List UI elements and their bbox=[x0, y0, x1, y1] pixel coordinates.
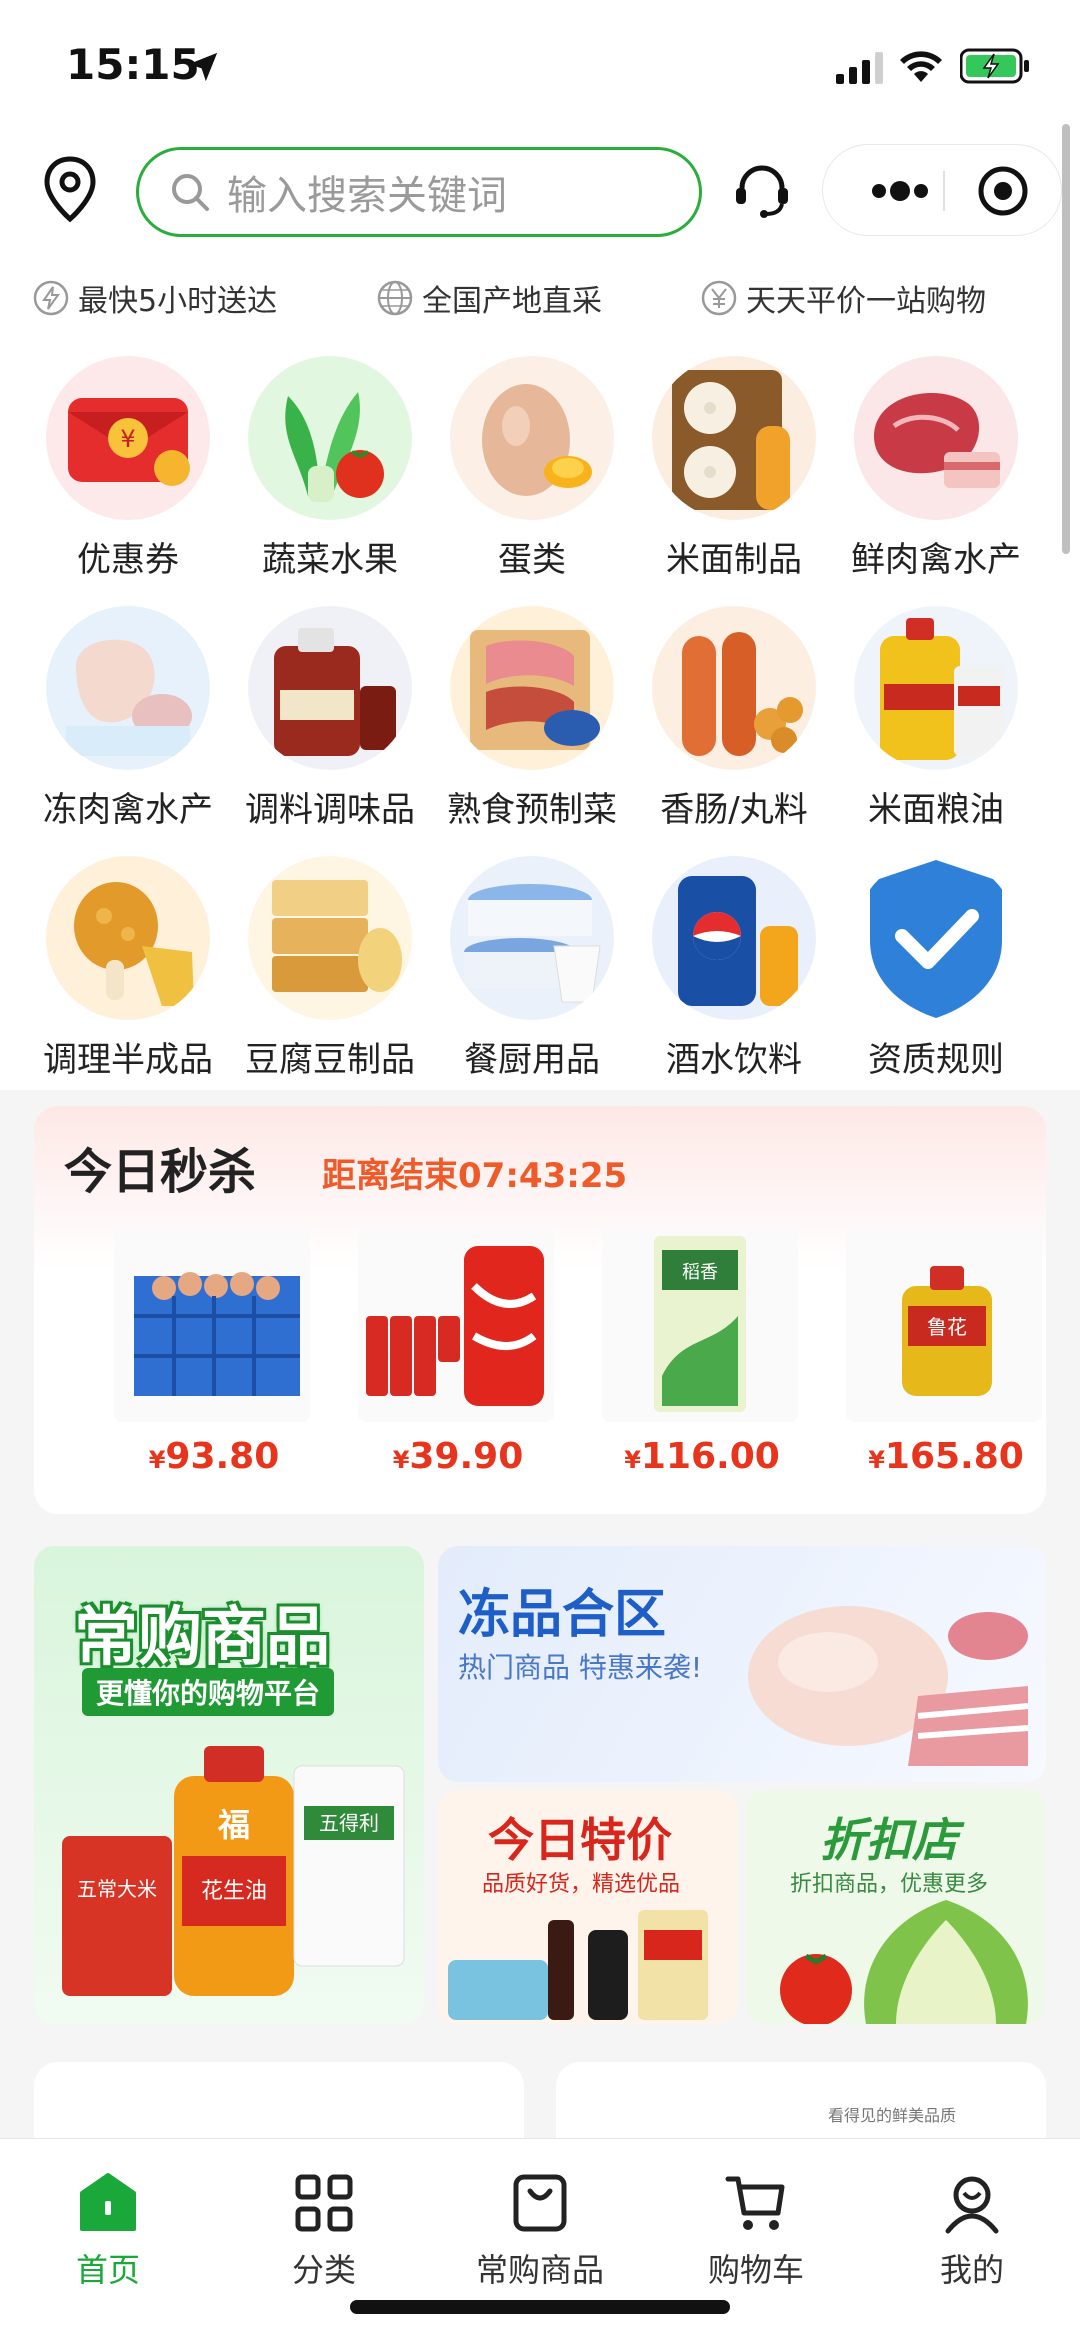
grocery-products-image: 五常大米 福 花生油 五得利 bbox=[62, 1746, 405, 1996]
category-grain-oil[interactable]: 米面粮油 bbox=[836, 606, 1036, 831]
feature-direct-sourcing: 全国产地直采 bbox=[376, 276, 602, 320]
tab-frequent-purchases[interactable]: 常购商品 bbox=[440, 2171, 640, 2291]
yen-icon bbox=[701, 280, 737, 316]
more-options-icon[interactable] bbox=[855, 145, 945, 237]
flash-product-price: ¥165.80 bbox=[868, 1436, 1024, 1477]
bag-icon bbox=[513, 2174, 567, 2232]
eggs-crate-image bbox=[114, 1226, 310, 1422]
flash-product-rice[interactable]: 稻香 ¥116.00 bbox=[602, 1226, 802, 1477]
tab-home[interactable]: 首页 bbox=[8, 2171, 208, 2291]
category-frozen-meat[interactable]: 冻肉禽水产 bbox=[28, 606, 228, 831]
svg-text:五得利: 五得利 bbox=[319, 1811, 379, 1835]
cart-icon bbox=[725, 2176, 785, 2230]
tab-cart[interactable]: 购物车 bbox=[656, 2171, 856, 2291]
svg-text:¥: ¥ bbox=[120, 425, 135, 453]
search-input[interactable]: 输入搜索关键词 bbox=[136, 147, 702, 237]
flash-product-oil[interactable]: 鲁花 ¥165.80 bbox=[846, 1226, 1046, 1477]
rice-bag-image: 稻香 bbox=[602, 1226, 798, 1422]
fried-chicken-icon bbox=[46, 856, 210, 1020]
scrollbar[interactable] bbox=[1062, 124, 1070, 554]
flash-product-price: ¥93.80 bbox=[148, 1436, 280, 1477]
svg-text:福: 福 bbox=[217, 1806, 250, 1844]
banner-daily-specials[interactable]: 今日特价 品质好货，精选优品 bbox=[438, 1790, 738, 2024]
tab-profile[interactable]: 我的 bbox=[872, 2171, 1072, 2291]
fresh-meat-icon bbox=[854, 356, 1018, 520]
status-time: 15:15 bbox=[66, 40, 200, 89]
category-tofu[interactable]: 豆腐豆制品 bbox=[230, 856, 430, 1081]
capsule-divider bbox=[943, 171, 945, 211]
sausage-icon bbox=[652, 606, 816, 770]
category-grid-icon bbox=[295, 2174, 353, 2232]
category-eggs[interactable]: 蛋类 bbox=[432, 356, 632, 581]
deli-icon bbox=[450, 606, 614, 770]
flash-product-coke[interactable]: ¥39.90 bbox=[358, 1226, 558, 1477]
vegetables-image bbox=[780, 1900, 1028, 2024]
seasoning-icon bbox=[248, 606, 412, 770]
tofu-icon bbox=[248, 856, 412, 1020]
flash-product-eggs[interactable]: ¥93.80 bbox=[114, 1226, 314, 1477]
daily-goods-image bbox=[448, 1910, 708, 2020]
battery-charging-icon bbox=[960, 48, 1029, 84]
svg-text:鲁花: 鲁花 bbox=[927, 1315, 967, 1339]
category-fresh-meat[interactable]: 鲜肉禽水产 bbox=[836, 356, 1036, 581]
shield-check-icon bbox=[854, 856, 1018, 1020]
banner-frozen-zone[interactable]: 冻品合区 热门商品 特惠来袭! bbox=[438, 1546, 1046, 1782]
location-pin-icon[interactable] bbox=[40, 155, 100, 225]
oil-bottle-image: 鲁花 bbox=[846, 1226, 1042, 1422]
flash-sale-card[interactable]: 今日秒杀 距离结束07:43:25 ¥93.80 ¥39.90 稻香 ¥116.… bbox=[34, 1106, 1046, 1514]
tab-category[interactable]: 分类 bbox=[224, 2171, 424, 2291]
category-vegetables[interactable]: 蔬菜水果 bbox=[230, 356, 430, 581]
home-indicator bbox=[350, 2300, 730, 2314]
feature-fast-delivery: 最快5小时送达 bbox=[32, 276, 277, 320]
close-mini-program-icon[interactable] bbox=[977, 165, 1029, 217]
svg-text:稻香: 稻香 bbox=[682, 1262, 718, 1283]
svg-text:花生油: 花生油 bbox=[201, 1879, 267, 1904]
category-seasoning[interactable]: 调料调味品 bbox=[230, 606, 430, 831]
vegetables-icon bbox=[248, 356, 412, 520]
customer-service-icon[interactable] bbox=[732, 160, 792, 220]
category-buns[interactable]: 米面制品 bbox=[634, 356, 834, 581]
category-deli[interactable]: 熟食预制菜 bbox=[432, 606, 632, 831]
feature-low-price: 天天平价一站购物 bbox=[700, 276, 986, 320]
globe-icon bbox=[377, 280, 413, 316]
location-arrow-icon bbox=[188, 52, 218, 82]
flash-product-price: ¥39.90 bbox=[392, 1436, 524, 1477]
buns-icon bbox=[652, 356, 816, 520]
flash-sale-countdown: 距离结束07:43:25 bbox=[322, 1156, 628, 1196]
category-sausage[interactable]: 香肠/丸料 bbox=[634, 606, 834, 831]
drinks-icon bbox=[652, 856, 816, 1020]
category-semi-prepared[interactable]: 调理半成品 bbox=[28, 856, 228, 1081]
category-qualification-rules[interactable]: 资质规则 bbox=[836, 856, 1036, 1081]
category-tableware[interactable]: 餐厨用品 bbox=[432, 856, 632, 1081]
home-icon bbox=[80, 2173, 136, 2231]
status-bar: 15:15 bbox=[0, 0, 1080, 130]
coke-cans-image bbox=[358, 1226, 554, 1422]
profile-icon bbox=[945, 2176, 999, 2234]
banner-frequent-purchases[interactable]: 常购商品 更懂你的购物平台 五常大米 福 花生油 五得利 bbox=[34, 1546, 424, 2024]
mini-program-capsule bbox=[822, 144, 1062, 236]
lightning-icon bbox=[33, 280, 69, 316]
cellular-signal-icon bbox=[836, 52, 883, 84]
flash-product-price: ¥116.00 bbox=[624, 1436, 780, 1477]
svg-text:五常大米: 五常大米 bbox=[77, 1877, 157, 1901]
search-icon bbox=[172, 174, 209, 211]
category-drinks[interactable]: 酒水饮料 bbox=[634, 856, 834, 1081]
grain-oil-icon bbox=[854, 606, 1018, 770]
category-coupon[interactable]: ¥ 优惠券 bbox=[28, 356, 228, 581]
search-placeholder: 输入搜索关键词 bbox=[227, 173, 507, 219]
tableware-icon bbox=[450, 856, 614, 1020]
banner-discount-store[interactable]: 折扣店 折扣商品，优惠更多 bbox=[746, 1790, 1046, 2024]
eggs-icon bbox=[450, 356, 614, 520]
flash-sale-title: 今日秒杀 bbox=[64, 1144, 257, 1200]
frozen-chicken-image bbox=[748, 1606, 1029, 1766]
frozen-meat-icon bbox=[46, 606, 210, 770]
wifi-icon bbox=[900, 51, 942, 82]
coupon-icon: ¥ bbox=[46, 356, 210, 520]
